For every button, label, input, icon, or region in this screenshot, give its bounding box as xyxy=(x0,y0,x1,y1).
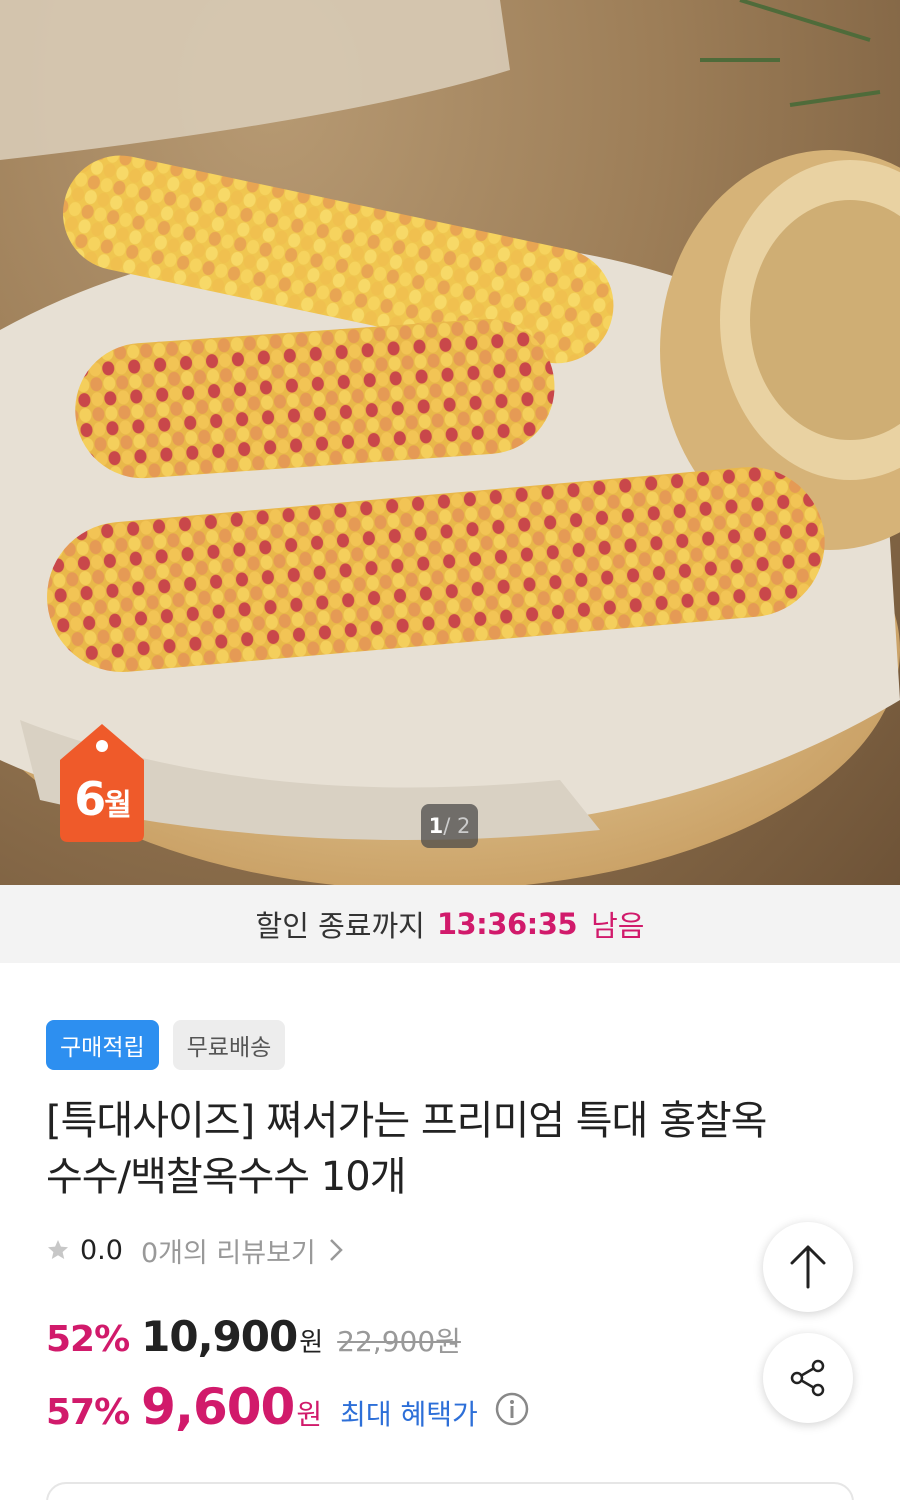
share-icon xyxy=(790,1359,825,1397)
month-number: 6 xyxy=(74,772,106,826)
info-icon[interactable] xyxy=(494,1391,530,1427)
currency-unit: 원 xyxy=(299,1328,324,1358)
month-unit: 월 xyxy=(104,788,132,823)
rating-score: 0.0 xyxy=(80,1234,123,1266)
product-title: [특대사이즈] 쪄서가는 프리미엄 특대 홍찰옥 수수/백찰옥수수 10개 xyxy=(46,1093,846,1205)
discount-percent: 52% xyxy=(46,1319,130,1360)
month-tag-badge: 6월 xyxy=(52,722,152,844)
max-benefit-price-row: 57% 9,600 원 최대 혜택가 xyxy=(46,1378,530,1436)
sale-price-row: 52% 10,900 원 22,900원 xyxy=(46,1312,461,1361)
original-price: 22,900원 xyxy=(337,1325,461,1358)
countdown-suffix: 남음 xyxy=(591,909,645,943)
discount-countdown: 할인 종료까지 13:36:35 남음 xyxy=(0,885,900,963)
pager-current: 1 xyxy=(428,814,444,838)
max-currency-unit: 원 xyxy=(296,1398,323,1431)
scroll-top-button[interactable] xyxy=(763,1222,853,1312)
sale-price: 10,900 xyxy=(141,1312,298,1361)
free-shipping-badge: 무료배송 xyxy=(172,1020,286,1070)
product-title-line1: [특대사이즈] 쪄서가는 프리미엄 특대 홍찰옥 xyxy=(46,1098,767,1144)
arrow-up-icon xyxy=(790,1245,826,1289)
product-badges: 구매적립 무료배송 xyxy=(46,1020,286,1070)
star-icon xyxy=(48,1240,68,1259)
rating-row[interactable]: 0.0 0개의 리뷰보기 xyxy=(46,1230,346,1270)
countdown-time: 13:36:35 xyxy=(436,907,578,941)
share-button[interactable] xyxy=(763,1333,853,1423)
max-discount-percent: 57% xyxy=(46,1392,130,1433)
pager-total: / 2 xyxy=(443,814,471,838)
max-benefit-label[interactable]: 최대 혜택가 xyxy=(340,1393,478,1433)
option-select-card[interactable] xyxy=(46,1482,854,1500)
image-pager: 1/ 2 xyxy=(421,804,478,848)
max-benefit-price: 9,600 xyxy=(141,1378,295,1436)
review-link[interactable]: 0개의 리뷰보기 xyxy=(141,1231,316,1270)
product-title-line2: 수수/백찰옥수수 10개 xyxy=(46,1154,407,1200)
chevron-right-icon xyxy=(329,1239,343,1261)
countdown-label: 할인 종료까지 xyxy=(255,909,425,943)
purchase-points-badge: 구매적립 xyxy=(46,1020,159,1070)
product-image[interactable]: 6월 1/ 2 xyxy=(0,0,900,885)
